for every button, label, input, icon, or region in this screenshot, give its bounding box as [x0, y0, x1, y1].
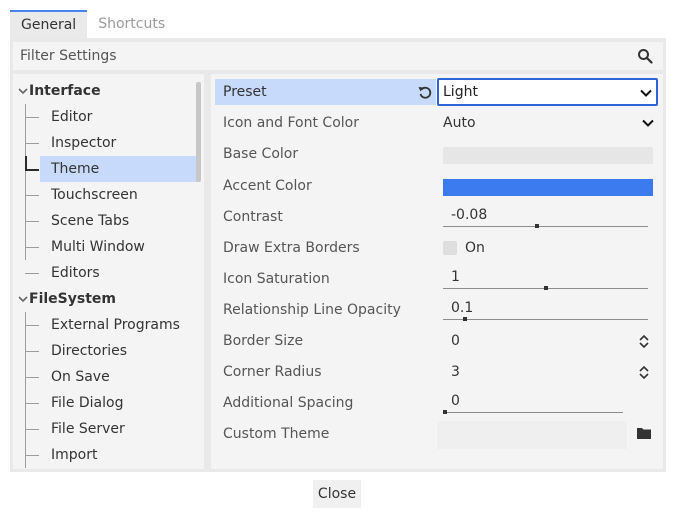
checkbox-label: On [465, 240, 485, 256]
corner-radius-value[interactable]: 3 [451, 359, 460, 385]
close-button[interactable]: Close [313, 480, 361, 508]
tree-connector [25, 273, 39, 274]
additional-spacing-slider-grabber[interactable] [443, 410, 447, 414]
property-label: Relationship Line Opacity [223, 302, 401, 318]
tree-item-import[interactable]: Import [51, 442, 199, 468]
revert-icon[interactable] [417, 84, 433, 100]
property-label: Contrast [223, 209, 283, 225]
additional-spacing-value[interactable]: 0 [451, 388, 460, 414]
tree-connector [25, 221, 39, 222]
tree-item-on-save[interactable]: On Save [51, 364, 199, 390]
icon-saturation-value[interactable]: 1 [451, 264, 460, 290]
settings-tree: Interface Editor Inspector Theme Touchsc… [13, 74, 204, 469]
preset-value: Light [443, 84, 478, 100]
property-label: Border Size [223, 333, 304, 349]
property-label: Draw Extra Borders [223, 240, 360, 256]
tree-category-label: Interface [29, 83, 101, 99]
chevron-down-icon [640, 89, 652, 97]
tree-item-scene-tabs[interactable]: Scene Tabs [51, 208, 199, 234]
tree-connector [25, 169, 39, 171]
property-inspector: Preset Light Icon and Font Color Auto Ba… [211, 74, 663, 469]
property-label: Icon and Font Color [223, 115, 359, 131]
property-label: Accent Color [223, 178, 312, 194]
tree-connector [25, 455, 39, 456]
folder-icon[interactable] [637, 427, 651, 439]
filter-settings-input[interactable] [13, 42, 633, 70]
property-row-contrast: Contrast -0.08 [215, 204, 657, 230]
property-row-additional-spacing: Additional Spacing 0 [215, 390, 657, 416]
settings-panel: Interface Editor Inspector Theme Touchsc… [10, 38, 666, 472]
tree-item-file-dialog[interactable]: File Dialog [51, 390, 199, 416]
property-row-relationship-line-opacity: Relationship Line Opacity 0.1 [215, 297, 657, 323]
property-label: Icon Saturation [223, 271, 330, 287]
property-row-base-color: Base Color [215, 141, 657, 167]
property-row-icon-font-color: Icon and Font Color Auto [215, 110, 657, 136]
property-row-corner-radius: Corner Radius 3 [215, 359, 657, 385]
tree-item-theme[interactable]: Theme [40, 156, 199, 182]
property-label: Base Color [223, 146, 299, 162]
tree-connector [25, 156, 27, 170]
spin-arrows-icon[interactable] [639, 365, 649, 380]
property-row-custom-theme: Custom Theme [215, 421, 657, 449]
tree-connector [25, 312, 26, 468]
tree-item-editor[interactable]: Editor [51, 104, 199, 130]
property-row-accent-color: Accent Color [215, 173, 657, 199]
tree-connector [25, 351, 39, 352]
tree-connector [25, 143, 39, 144]
property-label: Custom Theme [223, 426, 330, 442]
chevron-down-icon[interactable] [18, 87, 28, 95]
property-label: Corner Radius [223, 364, 322, 380]
custom-theme-path-field[interactable] [437, 421, 627, 449]
contrast-value[interactable]: -0.08 [451, 202, 487, 228]
contrast-slider-grabber[interactable] [535, 224, 539, 228]
tree-item-multi-window[interactable]: Multi Window [51, 234, 199, 260]
tree-item-editors[interactable]: Editors [51, 260, 199, 286]
tree-connector [25, 403, 39, 404]
tree-scrollbar[interactable] [196, 82, 201, 182]
tree-item-file-server[interactable]: File Server [51, 416, 199, 442]
contrast-slider-track[interactable] [443, 226, 648, 227]
tree-item-external-programs[interactable]: External Programs [51, 312, 199, 338]
base-color-swatch[interactable] [443, 147, 653, 164]
border-size-value[interactable]: 0 [451, 328, 460, 354]
icon-saturation-slider-grabber[interactable] [544, 286, 548, 290]
tab-bar: General Shortcuts [10, 10, 176, 38]
tab-shortcuts[interactable]: Shortcuts [87, 10, 176, 38]
relationship-line-opacity-slider-track[interactable] [443, 319, 648, 320]
tree-connector [25, 325, 39, 326]
tree-connector [25, 104, 26, 260]
tree-item-inspector[interactable]: Inspector [51, 130, 199, 156]
spin-arrows-icon[interactable] [639, 334, 649, 349]
property-row-preset: Preset Light [215, 78, 658, 106]
tree-connector [25, 429, 39, 430]
chevron-down-icon[interactable] [642, 119, 654, 127]
property-row-icon-saturation: Icon Saturation 1 [215, 266, 657, 292]
icon-font-color-dropdown[interactable]: Auto [443, 110, 476, 136]
tree-category-interface[interactable]: Interface [13, 78, 193, 104]
preset-select[interactable]: Light [437, 78, 658, 106]
tree-connector [25, 377, 39, 378]
accent-color-swatch[interactable] [443, 179, 653, 196]
property-label: Preset [223, 84, 267, 100]
search-icon[interactable] [637, 48, 653, 64]
tree-item-touchscreen[interactable]: Touchscreen [51, 182, 199, 208]
filter-bar [13, 42, 663, 70]
property-row-border-size: Border Size 0 [215, 328, 657, 354]
tree-item-directories[interactable]: Directories [51, 338, 199, 364]
draw-extra-borders-checkbox[interactable] [443, 241, 457, 255]
tree-connector [25, 195, 39, 196]
additional-spacing-slider-track[interactable] [443, 412, 623, 413]
tree-category-filesystem[interactable]: FileSystem [13, 286, 193, 312]
property-label: Additional Spacing [223, 395, 354, 411]
tree-category-label: FileSystem [29, 291, 116, 307]
tree-connector [25, 117, 39, 118]
tab-general[interactable]: General [10, 10, 88, 38]
tree-connector [25, 247, 39, 248]
chevron-down-icon[interactable] [18, 295, 28, 303]
property-row-draw-extra-borders: Draw Extra Borders On [215, 235, 657, 261]
relationship-line-opacity-slider-grabber[interactable] [463, 317, 467, 321]
